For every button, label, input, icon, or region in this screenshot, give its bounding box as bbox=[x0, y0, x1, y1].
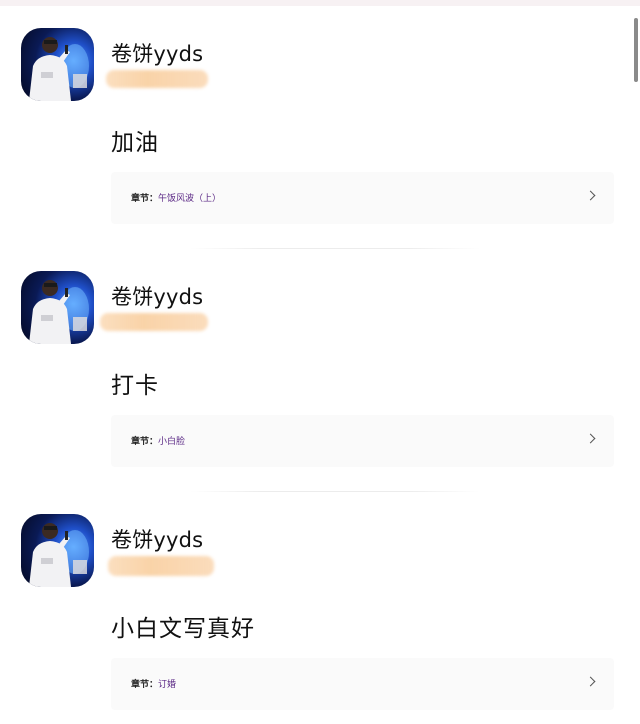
redacted-info bbox=[100, 313, 208, 331]
redacted-info bbox=[108, 556, 214, 576]
chapter-label: 章节： bbox=[131, 680, 159, 690]
comment-text: 加油 bbox=[111, 130, 159, 156]
comments-page: 卷饼yyds 加油 章节： 午饭风波（上） 卷饼yyds 打卡 章节： 小白脸 … bbox=[0, 0, 640, 724]
comment-item: 卷饼yyds 小白文写真好 章节： 订婚 bbox=[0, 486, 640, 716]
comment-text: 打卡 bbox=[111, 373, 159, 399]
chevron-right-icon bbox=[585, 433, 596, 444]
chapter-name: 订婚 bbox=[158, 680, 177, 690]
avatar[interactable] bbox=[21, 514, 94, 587]
avatar-image bbox=[29, 280, 89, 344]
username[interactable]: 卷饼yyds bbox=[111, 38, 203, 68]
chapter-link-row[interactable]: 章节： 订婚 bbox=[111, 658, 614, 710]
comment-item: 卷饼yyds 加油 章节： 午饭风波（上） bbox=[0, 0, 640, 249]
chapter-link-row[interactable]: 章节： 小白脸 bbox=[111, 415, 614, 467]
redacted-info bbox=[106, 70, 208, 88]
chapter-name: 午饭风波（上） bbox=[158, 194, 222, 204]
username[interactable]: 卷饼yyds bbox=[111, 524, 203, 554]
avatar-image bbox=[29, 523, 89, 587]
chevron-right-icon bbox=[585, 676, 596, 687]
chapter-label: 章节： bbox=[131, 194, 159, 204]
chapter-name: 小白脸 bbox=[158, 437, 186, 447]
username[interactable]: 卷饼yyds bbox=[111, 281, 203, 311]
comment-item: 卷饼yyds 打卡 章节： 小白脸 bbox=[0, 243, 640, 492]
avatar[interactable] bbox=[21, 28, 94, 101]
chapter-link-row[interactable]: 章节： 午饭风波（上） bbox=[111, 172, 614, 224]
comment-text: 小白文写真好 bbox=[111, 616, 255, 642]
avatar[interactable] bbox=[21, 271, 94, 344]
avatar-image bbox=[29, 37, 89, 101]
chevron-right-icon bbox=[585, 190, 596, 201]
chapter-label: 章节： bbox=[131, 437, 159, 447]
